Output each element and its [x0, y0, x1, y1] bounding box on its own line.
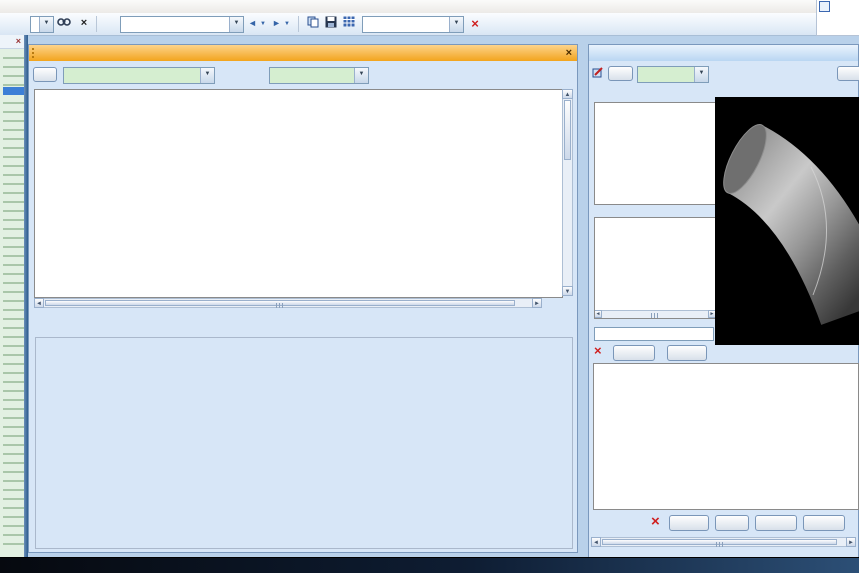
scroll-left-icon[interactable]: ◄ [594, 310, 602, 318]
scroll-up-icon[interactable]: ▲ [562, 89, 573, 99]
delete-icon[interactable]: × [651, 513, 660, 530]
delete-icon[interactable]: × [594, 343, 602, 358]
scrollbar-thumb[interactable] [45, 300, 515, 306]
save-icon[interactable] [324, 16, 338, 31]
scroll-down-icon[interactable]: ▼ [562, 286, 573, 296]
scrollbar-thumb[interactable] [602, 539, 837, 545]
main-toolbar: ▼ × ▼ ◄ ▼ ► ▼ ▼ × [0, 13, 859, 36]
copy-button[interactable] [715, 515, 749, 531]
vertical-scrollbar[interactable]: ▲ ▼ [562, 89, 573, 296]
model-3d-viewport[interactable] [715, 97, 859, 345]
scroll-left-icon[interactable]: ◄ [34, 298, 44, 308]
horizontal-scrollbar[interactable]: ◄ ► [591, 537, 856, 547]
spec-combo[interactable]: ▼ [63, 67, 215, 84]
headings-combo[interactable]: ▼ [269, 67, 369, 84]
ce-button[interactable] [608, 66, 633, 81]
horizontal-scrollbar[interactable]: ◄ ► [34, 298, 542, 308]
list-combo[interactable]: ▼ [362, 16, 464, 33]
drag-grip-icon[interactable] [32, 48, 34, 58]
apply-button[interactable] [613, 345, 655, 361]
toolbar-separator [298, 16, 299, 32]
chevron-down-icon[interactable]: ▼ [354, 68, 368, 83]
new-item-button[interactable] [669, 515, 709, 531]
elbow-3d-model [715, 97, 859, 345]
scroll-right-icon[interactable]: ► [532, 298, 542, 308]
reset-button[interactable] [837, 66, 859, 81]
explorer-tree-list[interactable] [3, 51, 24, 551]
docked-panel-stub [816, 0, 859, 36]
chevron-down-icon[interactable]: ▼ [694, 67, 708, 82]
window-bottom-edge [0, 557, 859, 573]
scroll-left-icon[interactable]: ◄ [591, 537, 601, 547]
toolbar-separator [96, 16, 97, 32]
close-icon[interactable]: × [566, 45, 572, 61]
horizontal-scrollbar[interactable]: ◄ ► [595, 310, 715, 318]
chevron-down-icon[interactable]: ▼ [39, 17, 53, 32]
specification-grid[interactable] [34, 89, 563, 298]
explorer-strip-header: × [0, 35, 24, 49]
list-grid-icon[interactable] [342, 16, 356, 31]
find-icon[interactable] [56, 16, 72, 31]
desc-input[interactable] [594, 327, 714, 341]
back-history-icon[interactable]: ▼ [260, 21, 266, 27]
dock-tab[interactable] [819, 1, 832, 12]
ce-button[interactable] [33, 67, 57, 82]
chevron-down-icon[interactable]: ▼ [200, 68, 214, 83]
close-icon[interactable]: × [16, 36, 21, 46]
import-button[interactable] [755, 515, 797, 531]
tasks-groupbox [35, 337, 573, 549]
export-button[interactable] [803, 515, 845, 531]
forward-history-icon[interactable]: ▼ [284, 21, 290, 27]
new-desc-button[interactable] [667, 345, 707, 361]
model-view-panel-title [589, 45, 858, 61]
chevron-down-icon[interactable]: ▼ [449, 17, 463, 32]
ce-combo[interactable]: ▼ [120, 16, 244, 33]
category-items-grid[interactable] [593, 363, 859, 510]
menu-bar [0, 0, 859, 14]
scrollbar-thumb[interactable] [564, 100, 571, 160]
truncated-combo[interactable]: ▼ [30, 16, 54, 33]
model-view-panel: ▼ ◄ ► × [588, 44, 859, 560]
back-arrow-icon[interactable]: ◄ [248, 18, 257, 28]
specification-panel: × ▼ ▼ ▲ ▼ ◄ ► [28, 44, 578, 553]
component-icon[interactable] [592, 66, 605, 81]
chevron-down-icon[interactable]: ▼ [229, 17, 243, 32]
forward-arrow-icon[interactable]: ► [272, 18, 281, 28]
remove-list-icon[interactable]: × [468, 16, 482, 31]
scroll-right-icon[interactable]: ► [846, 537, 856, 547]
specification-panel-title: × [29, 45, 577, 61]
clear-icon[interactable]: × [78, 16, 90, 31]
addin-icon [819, 1, 830, 12]
parameter-definitions-table[interactable]: ◄ ► [594, 217, 716, 319]
application-window: ▼ × ▼ ◄ ▼ ► ▼ ▼ × [0, 0, 859, 573]
model-references-table[interactable] [594, 102, 716, 205]
explorer-selected-item[interactable] [3, 87, 24, 95]
explorer-strip: × [0, 35, 24, 557]
copy-list-icon[interactable] [306, 16, 320, 31]
category-combo[interactable]: ▼ [637, 66, 709, 83]
